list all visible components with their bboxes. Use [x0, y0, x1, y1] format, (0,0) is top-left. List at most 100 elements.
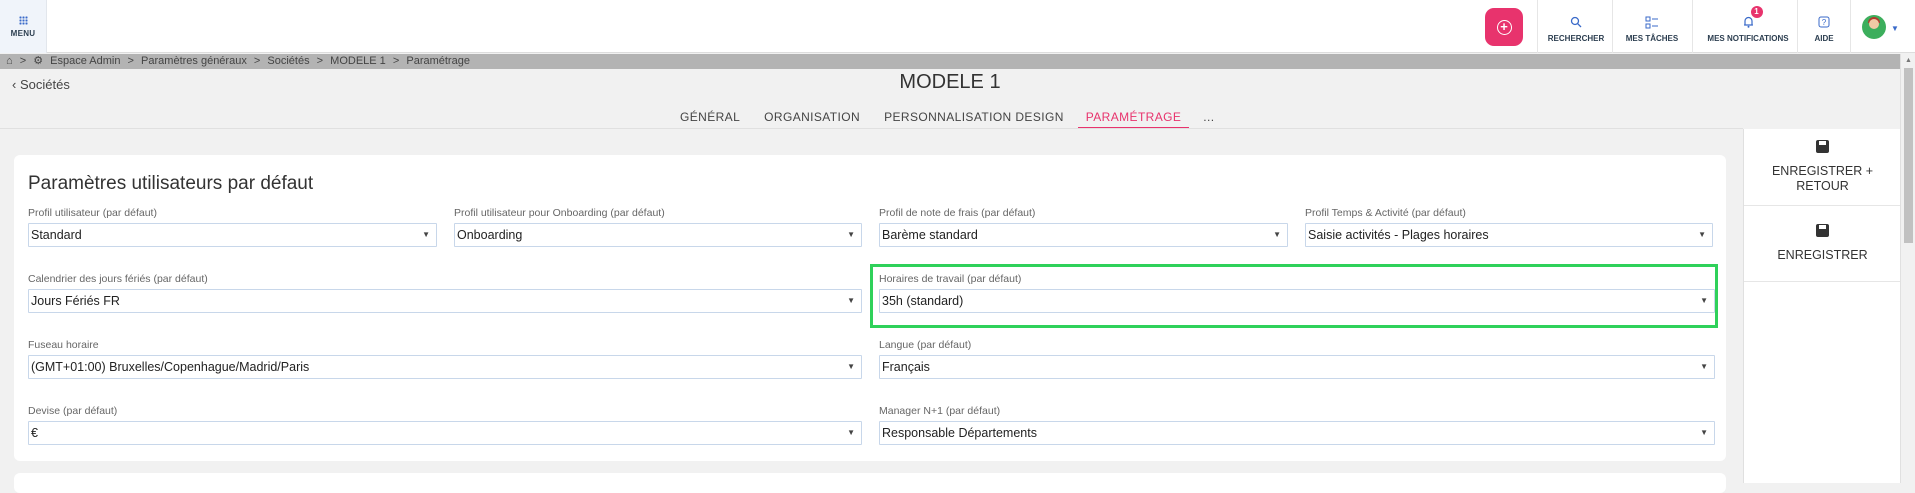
action-panel: ENREGISTRER + RETOUR ENREGISTRER — [1743, 129, 1901, 483]
field-note-de-frais: Profil de note de frais (par défaut) Bar… — [879, 207, 1288, 247]
save-label: ENREGISTRER — [1777, 248, 1868, 262]
scrollbar[interactable]: ▲ — [1900, 54, 1915, 483]
select-value: Standard — [31, 228, 82, 242]
caret-down-icon: ▼ — [422, 230, 430, 239]
chevron-left-icon: ‹ — [12, 77, 17, 92]
tab-organisation[interactable]: ORGANISATION — [764, 108, 860, 128]
plus-circle-icon: + — [1496, 19, 1512, 35]
notifications-button[interactable]: 1 MES NOTIFICATIONS — [1702, 6, 1794, 43]
field-label: Profil de note de frais (par défaut) — [879, 207, 1036, 219]
scrollbar-thumb[interactable] — [1904, 68, 1913, 243]
search-icon — [1570, 14, 1582, 30]
field-temps-activite: Profil Temps & Activité (par défaut) Sai… — [1305, 207, 1713, 247]
help-button[interactable]: ? AIDE — [1806, 14, 1842, 43]
divider — [1850, 0, 1851, 53]
chevron-down-icon[interactable]: ▼ — [1891, 24, 1899, 33]
caret-down-icon: ▼ — [1698, 230, 1706, 239]
back-link[interactable]: ‹ Sociétés — [12, 77, 70, 92]
page-title: MODELE 1 — [899, 71, 1001, 93]
breadcrumb-separator: > — [127, 55, 134, 67]
grid-icon — [18, 15, 28, 25]
select-value: Saisie activités - Plages horaires — [1308, 228, 1489, 242]
tab-parametrage[interactable]: PARAMÉTRAGE — [1077, 108, 1190, 128]
search-label: RECHERCHER — [1547, 34, 1605, 43]
select-value: Responsable Départements — [882, 426, 1037, 440]
divider — [0, 128, 1743, 129]
field-label: Calendrier des jours fériés (par défaut) — [28, 273, 208, 285]
home-icon[interactable]: ⌂ — [6, 55, 13, 67]
divider — [1537, 0, 1538, 53]
divider — [1744, 281, 1901, 282]
select-note-de-frais[interactable]: Barème standard ▼ — [879, 223, 1288, 247]
select-profil-utilisateur[interactable]: Standard ▼ — [28, 223, 437, 247]
caret-down-icon: ▼ — [847, 296, 855, 305]
caret-down-icon: ▼ — [847, 230, 855, 239]
save-return-button[interactable]: ENREGISTRER + RETOUR — [1744, 140, 1901, 194]
field-devise: Devise (par défaut) € ▼ — [28, 405, 862, 445]
select-value: (GMT+01:00) Bruxelles/Copenhague/Madrid/… — [31, 360, 310, 374]
menu-label: MENU — [10, 28, 36, 38]
select-calendrier[interactable]: Jours Fériés FR ▼ — [28, 289, 862, 313]
back-label: Sociétés — [19, 77, 70, 92]
svg-text:?: ? — [1822, 18, 1827, 27]
breadcrumb-separator: > — [392, 55, 400, 67]
tasks-icon — [1645, 14, 1659, 30]
tab-more[interactable]: ... — [1203, 108, 1214, 128]
field-label: Devise (par défaut) — [28, 405, 118, 417]
scroll-up-icon[interactable]: ▲ — [1905, 57, 1912, 64]
search-button[interactable]: RECHERCHER — [1548, 14, 1604, 43]
tasks-button[interactable]: MES TÂCHES — [1622, 14, 1682, 43]
breadcrumb-item-societes[interactable]: Sociétés — [267, 55, 309, 67]
next-card — [14, 473, 1726, 493]
select-langue[interactable]: Français ▼ — [879, 355, 1715, 379]
help-label: AIDE — [1814, 34, 1834, 43]
highlight-box — [870, 264, 1718, 328]
breadcrumb: ⌂ > ⚙ Espace Admin > Paramètres généraux… — [0, 54, 1900, 69]
tab-general[interactable]: GÉNÉRAL — [680, 108, 740, 128]
divider — [1797, 0, 1798, 53]
user-avatar[interactable] — [1862, 15, 1886, 39]
field-label: Manager N+1 (par défaut) — [879, 405, 1001, 417]
field-profil-onboarding: Profil utilisateur pour Onboarding (par … — [454, 207, 862, 247]
breadcrumb-separator: > — [253, 55, 261, 67]
help-icon: ? — [1818, 14, 1830, 30]
select-profil-onboarding[interactable]: Onboarding ▼ — [454, 223, 862, 247]
save-button[interactable]: ENREGISTRER — [1744, 224, 1901, 263]
breadcrumb-item-modele[interactable]: MODELE 1 — [330, 55, 386, 67]
select-devise[interactable]: € ▼ — [28, 421, 862, 445]
divider — [1744, 205, 1901, 206]
tab-personnalisation[interactable]: PERSONNALISATION DESIGN — [884, 108, 1064, 128]
select-fuseau-horaire[interactable]: (GMT+01:00) Bruxelles/Copenhague/Madrid/… — [28, 355, 862, 379]
caret-down-icon: ▼ — [1700, 428, 1708, 437]
breadcrumb-separator: > — [316, 55, 324, 67]
field-label: Langue (par défaut) — [879, 339, 972, 351]
top-bar: MENU + RECHERCHER MES TÂCHES 1 MES NOTIF… — [0, 0, 1915, 53]
tasks-label: MES TÂCHES — [1625, 34, 1679, 43]
select-manager[interactable]: Responsable Départements ▼ — [879, 421, 1715, 445]
avatar-face — [1869, 19, 1879, 29]
field-profil-utilisateur: Profil utilisateur (par défaut) Standard… — [28, 207, 437, 247]
select-value: Français — [882, 360, 930, 374]
field-label: Profil Temps & Activité (par défaut) — [1305, 207, 1466, 219]
field-label: Fuseau horaire — [28, 339, 99, 351]
add-button[interactable]: + — [1485, 8, 1523, 46]
menu-button[interactable]: MENU — [0, 0, 47, 53]
divider — [1612, 0, 1613, 53]
notification-count-badge: 1 — [1750, 6, 1763, 18]
save-icon — [1816, 224, 1829, 237]
notifications-label: MES NOTIFICATIONS — [1707, 34, 1789, 43]
caret-down-icon: ▼ — [1700, 362, 1708, 371]
select-temps-activite[interactable]: Saisie activités - Plages horaires ▼ — [1305, 223, 1713, 247]
field-calendrier: Calendrier des jours fériés (par défaut)… — [28, 273, 862, 313]
caret-down-icon: ▼ — [1273, 230, 1281, 239]
caret-down-icon: ▼ — [847, 362, 855, 371]
wrench-icon: ⚙ — [33, 55, 44, 67]
tab-bar: GÉNÉRAL ORGANISATION PERSONNALISATION DE… — [680, 108, 1239, 128]
select-value: Onboarding — [457, 228, 523, 242]
breadcrumb-item-parametres[interactable]: Paramètres généraux — [141, 55, 247, 67]
field-label: Profil utilisateur (par défaut) — [28, 207, 157, 219]
save-return-label: ENREGISTRER + RETOUR — [1771, 164, 1874, 193]
field-fuseau-horaire: Fuseau horaire (GMT+01:00) Bruxelles/Cop… — [28, 339, 862, 379]
select-value: € — [31, 426, 38, 440]
breadcrumb-item-admin[interactable]: Espace Admin — [50, 55, 120, 67]
